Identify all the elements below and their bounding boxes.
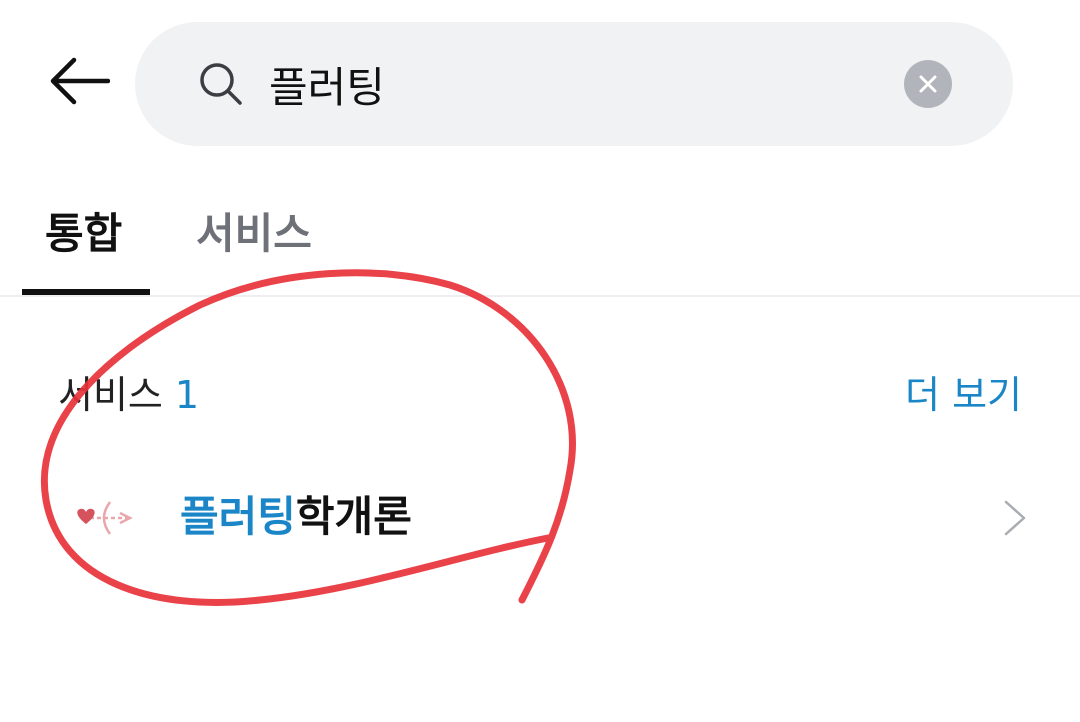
close-icon	[919, 75, 937, 93]
more-link[interactable]: 더 보기	[905, 368, 1022, 422]
chevron-right-icon	[1004, 500, 1026, 536]
result-title-highlight: 플러팅	[180, 492, 296, 541]
result-title-rest: 학개론	[295, 492, 412, 541]
search-input[interactable]	[269, 52, 869, 116]
section-count: 1	[174, 373, 200, 417]
search-bar	[135, 22, 1013, 146]
section-title: 서비스 1	[58, 368, 199, 422]
arrow-left-icon	[50, 57, 110, 105]
clear-search-button[interactable]	[904, 60, 952, 108]
section-title-label: 서비스	[58, 373, 163, 417]
back-button[interactable]	[44, 46, 114, 116]
search-icon	[200, 63, 242, 105]
list-item[interactable]: 플러팅학개론	[0, 462, 1080, 572]
tab-all[interactable]: 통합	[45, 204, 122, 264]
tab-services[interactable]: 서비스	[196, 204, 312, 264]
tabs-divider	[0, 295, 1080, 297]
cupid-arrow-heart-icon	[77, 501, 133, 535]
result-title: 플러팅학개론	[180, 487, 412, 547]
